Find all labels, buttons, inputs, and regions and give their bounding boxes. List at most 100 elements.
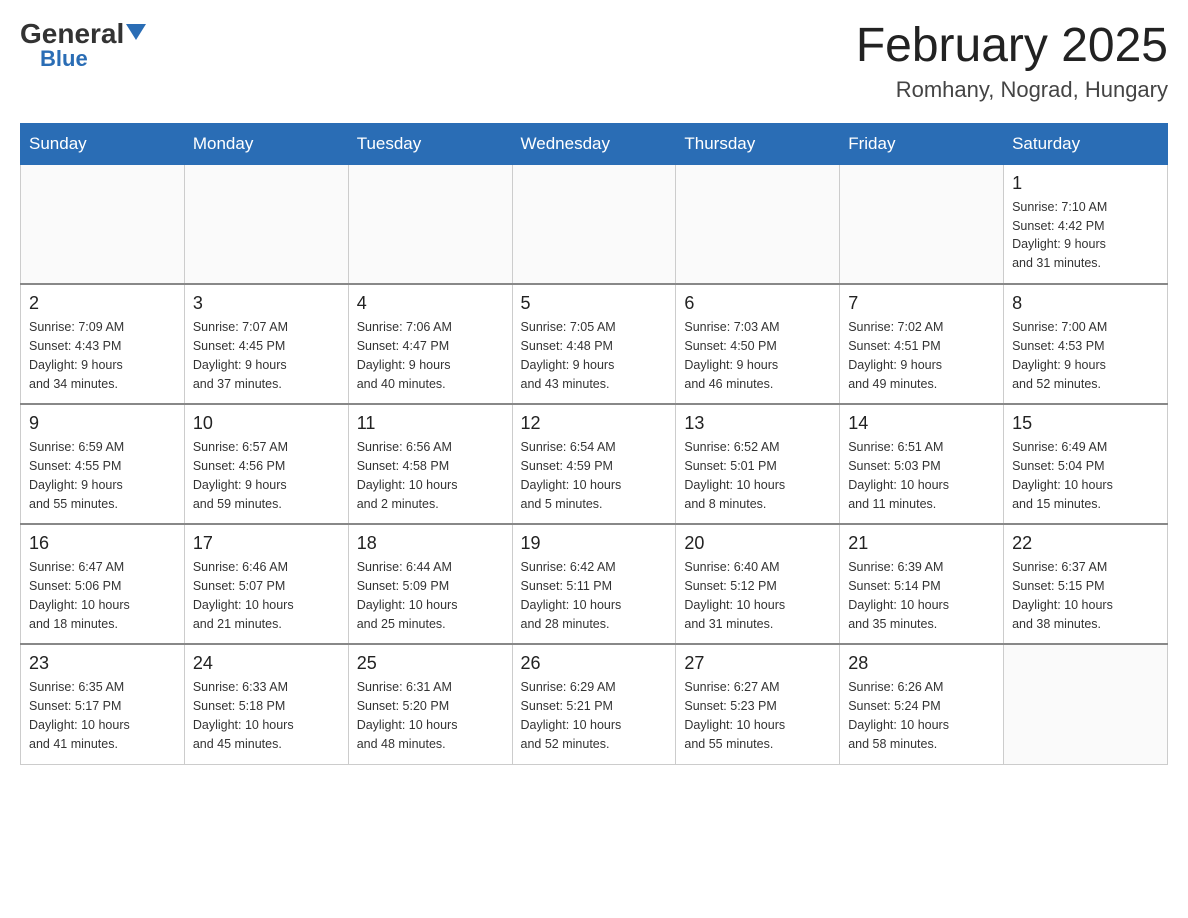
day-number: 14	[848, 413, 995, 434]
calendar-cell	[1004, 644, 1168, 764]
logo-blue-text: Blue	[40, 48, 88, 70]
calendar-cell: 7 Sunrise: 7:02 AM Sunset: 4:51 PM Daylig…	[840, 284, 1004, 404]
calendar-week-row: 9 Sunrise: 6:59 AM Sunset: 4:55 PM Daylig…	[21, 404, 1168, 524]
calendar-week-row: 2Sunrise: 7:09 AM Sunset: 4:43 PM Daylig…	[21, 284, 1168, 404]
calendar-cell: 20Sunrise: 6:40 AM Sunset: 5:12 PM Dayli…	[676, 524, 840, 644]
day-info: Sunrise: 7:05 AM Sunset: 4:48 PM Dayligh…	[521, 318, 668, 393]
calendar-cell: 21 Sunrise: 6:39 AM Sunset: 5:14 PM Dayli…	[840, 524, 1004, 644]
calendar-cell: 19 Sunrise: 6:42 AM Sunset: 5:11 PM Dayli…	[512, 524, 676, 644]
calendar-cell: 13 Sunrise: 6:52 AM Sunset: 5:01 PM Dayli…	[676, 404, 840, 524]
day-number: 19	[521, 533, 668, 554]
day-number: 13	[684, 413, 831, 434]
calendar-cell: 12 Sunrise: 6:54 AM Sunset: 4:59 PM Dayli…	[512, 404, 676, 524]
calendar-cell: 28 Sunrise: 6:26 AM Sunset: 5:24 PM Dayli…	[840, 644, 1004, 764]
day-number: 12	[521, 413, 668, 434]
weekday-header-row: SundayMondayTuesdayWednesdayThursdayFrid…	[21, 123, 1168, 164]
logo-triangle-icon	[126, 24, 146, 40]
day-number: 3	[193, 293, 340, 314]
day-info: Sunrise: 7:07 AM Sunset: 4:45 PM Dayligh…	[193, 318, 340, 393]
day-number: 21	[848, 533, 995, 554]
day-info: Sunrise: 6:35 AM Sunset: 5:17 PM Dayligh…	[29, 678, 176, 753]
day-number: 10	[193, 413, 340, 434]
day-number: 11	[357, 413, 504, 434]
page-header: General Blue February 2025 Romhany, Nogr…	[20, 20, 1168, 103]
calendar-week-row: 23 Sunrise: 6:35 AM Sunset: 5:17 PM Dayli…	[21, 644, 1168, 764]
calendar-table: SundayMondayTuesdayWednesdayThursdayFrid…	[20, 123, 1168, 765]
day-info: Sunrise: 6:59 AM Sunset: 4:55 PM Dayligh…	[29, 438, 176, 513]
day-number: 24	[193, 653, 340, 674]
title-section: February 2025 Romhany, Nograd, Hungary	[856, 20, 1168, 103]
calendar-cell: 14 Sunrise: 6:51 AM Sunset: 5:03 PM Dayli…	[840, 404, 1004, 524]
day-info: Sunrise: 7:03 AM Sunset: 4:50 PM Dayligh…	[684, 318, 831, 393]
day-info: Sunrise: 6:52 AM Sunset: 5:01 PM Dayligh…	[684, 438, 831, 513]
day-number: 25	[357, 653, 504, 674]
weekday-header-wednesday: Wednesday	[512, 123, 676, 164]
day-number: 18	[357, 533, 504, 554]
day-number: 5	[521, 293, 668, 314]
day-number: 16	[29, 533, 176, 554]
calendar-cell: 15Sunrise: 6:49 AM Sunset: 5:04 PM Dayli…	[1004, 404, 1168, 524]
day-info: Sunrise: 6:33 AM Sunset: 5:18 PM Dayligh…	[193, 678, 340, 753]
logo-general-text: General	[20, 20, 124, 48]
day-number: 9	[29, 413, 176, 434]
calendar-cell: 24 Sunrise: 6:33 AM Sunset: 5:18 PM Dayli…	[184, 644, 348, 764]
day-info: Sunrise: 6:57 AM Sunset: 4:56 PM Dayligh…	[193, 438, 340, 513]
month-title: February 2025	[856, 20, 1168, 73]
day-number: 7	[848, 293, 995, 314]
calendar-cell: 11 Sunrise: 6:56 AM Sunset: 4:58 PM Dayli…	[348, 404, 512, 524]
day-info: Sunrise: 6:49 AM Sunset: 5:04 PM Dayligh…	[1012, 438, 1159, 513]
calendar-cell: 5 Sunrise: 7:05 AM Sunset: 4:48 PM Daylig…	[512, 284, 676, 404]
day-number: 27	[684, 653, 831, 674]
weekday-header-tuesday: Tuesday	[348, 123, 512, 164]
day-info: Sunrise: 6:37 AM Sunset: 5:15 PM Dayligh…	[1012, 558, 1159, 633]
day-info: Sunrise: 6:26 AM Sunset: 5:24 PM Dayligh…	[848, 678, 995, 753]
day-number: 28	[848, 653, 995, 674]
day-number: 1	[1012, 173, 1159, 194]
calendar-cell: 1 Sunrise: 7:10 AM Sunset: 4:42 PM Daylig…	[1004, 164, 1168, 284]
day-number: 22	[1012, 533, 1159, 554]
day-info: Sunrise: 6:56 AM Sunset: 4:58 PM Dayligh…	[357, 438, 504, 513]
calendar-cell: 17 Sunrise: 6:46 AM Sunset: 5:07 PM Dayli…	[184, 524, 348, 644]
day-info: Sunrise: 6:51 AM Sunset: 5:03 PM Dayligh…	[848, 438, 995, 513]
calendar-cell: 6 Sunrise: 7:03 AM Sunset: 4:50 PM Daylig…	[676, 284, 840, 404]
day-info: Sunrise: 6:31 AM Sunset: 5:20 PM Dayligh…	[357, 678, 504, 753]
day-info: Sunrise: 6:42 AM Sunset: 5:11 PM Dayligh…	[521, 558, 668, 633]
day-info: Sunrise: 6:44 AM Sunset: 5:09 PM Dayligh…	[357, 558, 504, 633]
day-number: 2	[29, 293, 176, 314]
calendar-cell: 22 Sunrise: 6:37 AM Sunset: 5:15 PM Dayli…	[1004, 524, 1168, 644]
calendar-cell	[21, 164, 185, 284]
weekday-header-thursday: Thursday	[676, 123, 840, 164]
day-number: 23	[29, 653, 176, 674]
day-info: Sunrise: 6:39 AM Sunset: 5:14 PM Dayligh…	[848, 558, 995, 633]
day-number: 8	[1012, 293, 1159, 314]
logo: General Blue	[20, 20, 146, 70]
calendar-cell: 4 Sunrise: 7:06 AM Sunset: 4:47 PM Daylig…	[348, 284, 512, 404]
calendar-cell	[184, 164, 348, 284]
calendar-cell	[512, 164, 676, 284]
day-info: Sunrise: 6:54 AM Sunset: 4:59 PM Dayligh…	[521, 438, 668, 513]
day-number: 6	[684, 293, 831, 314]
day-info: Sunrise: 7:02 AM Sunset: 4:51 PM Dayligh…	[848, 318, 995, 393]
calendar-cell: 25 Sunrise: 6:31 AM Sunset: 5:20 PM Dayli…	[348, 644, 512, 764]
day-info: Sunrise: 6:29 AM Sunset: 5:21 PM Dayligh…	[521, 678, 668, 753]
calendar-cell: 8Sunrise: 7:00 AM Sunset: 4:53 PM Daylig…	[1004, 284, 1168, 404]
calendar-cell	[676, 164, 840, 284]
day-number: 4	[357, 293, 504, 314]
calendar-cell: 23 Sunrise: 6:35 AM Sunset: 5:17 PM Dayli…	[21, 644, 185, 764]
day-info: Sunrise: 6:47 AM Sunset: 5:06 PM Dayligh…	[29, 558, 176, 633]
calendar-cell: 9 Sunrise: 6:59 AM Sunset: 4:55 PM Daylig…	[21, 404, 185, 524]
day-info: Sunrise: 7:10 AM Sunset: 4:42 PM Dayligh…	[1012, 198, 1159, 273]
day-info: Sunrise: 7:06 AM Sunset: 4:47 PM Dayligh…	[357, 318, 504, 393]
calendar-cell: 16 Sunrise: 6:47 AM Sunset: 5:06 PM Dayli…	[21, 524, 185, 644]
weekday-header-saturday: Saturday	[1004, 123, 1168, 164]
calendar-cell: 18 Sunrise: 6:44 AM Sunset: 5:09 PM Dayli…	[348, 524, 512, 644]
day-number: 17	[193, 533, 340, 554]
calendar-week-row: 16 Sunrise: 6:47 AM Sunset: 5:06 PM Dayli…	[21, 524, 1168, 644]
weekday-header-monday: Monday	[184, 123, 348, 164]
day-info: Sunrise: 6:27 AM Sunset: 5:23 PM Dayligh…	[684, 678, 831, 753]
weekday-header-friday: Friday	[840, 123, 1004, 164]
calendar-cell: 26Sunrise: 6:29 AM Sunset: 5:21 PM Dayli…	[512, 644, 676, 764]
day-info: Sunrise: 6:46 AM Sunset: 5:07 PM Dayligh…	[193, 558, 340, 633]
calendar-cell	[840, 164, 1004, 284]
calendar-cell: 3 Sunrise: 7:07 AM Sunset: 4:45 PM Daylig…	[184, 284, 348, 404]
